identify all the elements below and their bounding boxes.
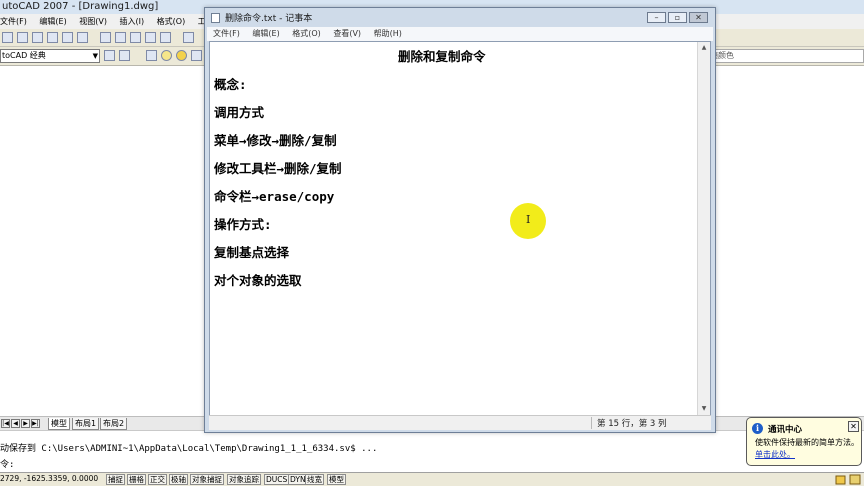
otrack-toggle[interactable]: 对象追踪 [227,474,261,485]
acad-title-text: utoCAD 2007 - [Drawing1.dwg] [2,1,159,12]
ortho-toggle[interactable]: 正交 [148,474,167,485]
notepad-window: 删除命令.txt - 记事本 – ▫ ✕ 文件(F) 编辑(E) 格式(O) 查… [204,7,716,433]
balloon-link[interactable]: 单击此处。 [755,449,795,460]
publish-icon[interactable] [77,32,88,43]
acad-status-bar: 2729, -1625.3359, 0.0000 捕捉 栅格 正交 极轴 对象捕… [0,472,864,486]
grid-toggle[interactable]: 栅格 [127,474,146,485]
notepad-text-area[interactable]: 删除和复制命令 概念: 调用方式 菜单→修改→删除/复制 修改工具栏→删除/复制… [209,41,711,416]
command-prompt[interactable]: 令: [0,457,14,470]
status-divider [591,417,592,429]
notepad-status-bar: 第 15 行，第 3 列 [209,415,711,430]
plot-preview-icon[interactable] [62,32,73,43]
notepad-icon [211,13,220,23]
notepad-title-text: 删除命令.txt - 记事本 [225,14,313,24]
text-line: 操作方式: [214,217,272,232]
layer-on-bulb-icon[interactable] [161,50,172,61]
snap-toggle[interactable]: 捕捉 [106,474,125,485]
info-icon: i [752,423,763,434]
new-file-icon[interactable] [2,32,13,43]
menu-format[interactable]: 格式(O) [292,29,321,38]
ibeam-cursor-icon: I [526,213,531,226]
layer-freeze-sun-icon[interactable] [176,50,187,61]
acad-menu-view[interactable]: 视图(V) [79,17,107,26]
color-dropdown[interactable]: 随颜色 [706,49,864,63]
save-workspace-icon[interactable] [119,50,130,61]
scroll-down-icon[interactable]: ▼ [698,403,710,415]
match-properties-icon[interactable] [145,32,156,43]
model-toggle[interactable]: 模型 [327,474,346,485]
cut-icon[interactable] [100,32,111,43]
menu-help[interactable]: 帮助(H) [374,29,402,38]
tray-lock-icon[interactable] [834,473,864,486]
menu-file[interactable]: 文件(F) [213,29,240,38]
acad-menu-edit[interactable]: 编辑(E) [39,17,66,26]
first-tab-icon[interactable]: |◀ [1,419,10,428]
lineweight-toggle[interactable]: 线宽 [305,474,324,485]
tab-layout2[interactable]: 布局2 [100,418,128,430]
balloon-title: 通讯中心 [768,425,803,435]
vertical-scrollbar[interactable]: ▲ ▼ [697,42,710,415]
notepad-menu-bar: 文件(F) 编辑(E) 格式(O) 查看(V) 帮助(H) [207,27,713,41]
next-tab-icon[interactable]: ▶ [21,419,30,428]
acad-menu-insert[interactable]: 插入(I) [120,17,145,26]
scroll-up-icon[interactable]: ▲ [698,42,710,54]
copy-icon[interactable] [115,32,126,43]
notepad-title-bar[interactable]: 删除命令.txt - 记事本 – ▫ ✕ [205,8,715,27]
tab-model[interactable]: 模型 [48,418,70,430]
text-line: 菜单→修改→删除/复制 [214,133,337,148]
balloon-close-button[interactable]: ✕ [848,421,859,432]
text-line: 修改工具栏→删除/复制 [214,161,342,176]
communication-center-balloon: i 通讯中心 ✕ 使软件保持最新的简单方法。 单击此处。 [746,417,862,466]
tray-icons [834,473,864,486]
block-editor-icon[interactable] [160,32,171,43]
plot-icon[interactable] [47,32,58,43]
tab-layout1[interactable]: 布局1 [72,418,100,430]
menu-edit[interactable]: 编辑(E) [252,29,279,38]
save-icon[interactable] [32,32,43,43]
text-line: 概念: [214,77,247,92]
workspace-dropdown[interactable]: toCAD 经典 ▼ [0,49,100,63]
prev-tab-icon[interactable]: ◀ [11,419,20,428]
cursor-highlight: I [510,203,546,239]
balloon-message: 使软件保持最新的简单方法。 [755,438,859,447]
close-button[interactable]: ✕ [689,12,708,23]
ducs-toggle[interactable]: DUCS [264,474,290,485]
text-line: 调用方式 [214,105,265,120]
paste-icon[interactable] [130,32,141,43]
layer-color-icon[interactable] [191,50,202,61]
layer-properties-icon[interactable] [146,50,157,61]
workspace-value: toCAD 经典 [2,51,46,60]
text-line: 命令栏→erase/copy [214,189,335,204]
osnap-toggle[interactable]: 对象捕捉 [190,474,224,485]
open-file-icon[interactable] [17,32,28,43]
command-window[interactable]: 动保存到 C:\Users\ADMINI~1\AppData\Local\Tem… [0,430,864,472]
last-tab-icon[interactable]: ▶| [31,419,40,428]
minimize-button[interactable]: – [647,12,666,23]
command-history-line: 动保存到 C:\Users\ADMINI~1\AppData\Local\Tem… [0,444,378,454]
maximize-button[interactable]: ▫ [668,12,687,23]
chevron-down-icon: ▼ [92,52,98,60]
text-line: 对个对象的选取 [214,273,302,288]
text-heading: 删除和复制命令 [398,49,486,64]
polar-toggle[interactable]: 极轴 [169,474,188,485]
menu-view[interactable]: 查看(V) [333,29,361,38]
undo-icon[interactable] [183,32,194,43]
acad-menu-format[interactable]: 格式(O) [157,17,186,26]
cursor-position-status: 第 15 行，第 3 列 [597,419,667,429]
text-line: 复制基点选择 [214,245,290,260]
coordinates-readout: 2729, -1625.3359, 0.0000 [0,474,99,483]
workspace-settings-icon[interactable] [104,50,115,61]
acad-menu-file[interactable]: 文件(F) [0,17,27,26]
